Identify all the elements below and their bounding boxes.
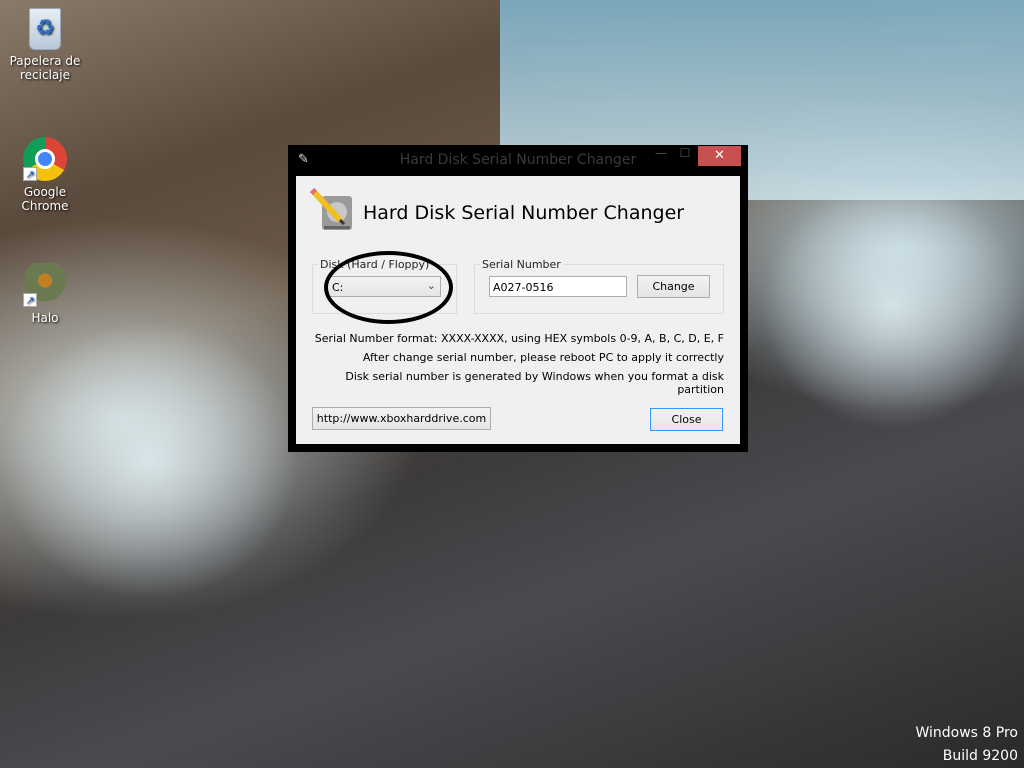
generation-note: Disk serial number is generated by Windo… — [345, 370, 724, 396]
shortcut-arrow-icon: ↗ — [23, 293, 37, 307]
halo-icon: ↗ — [23, 263, 67, 307]
wallpaper-mist — [760, 180, 1024, 430]
desktop-icon-label: Halo — [31, 311, 59, 325]
desktop-icon-label: Papelera de reciclaje — [9, 54, 81, 82]
disk-select[interactable]: C: ⌄ — [327, 276, 441, 297]
header-title: Hard Disk Serial Number Changer — [363, 202, 685, 224]
chrome-icon: ↗ — [23, 137, 67, 181]
change-button[interactable]: Change — [637, 275, 710, 298]
shortcut-arrow-icon: ↗ — [23, 167, 37, 181]
window-close-button[interactable]: ✕ — [698, 146, 741, 166]
disk-group-label: Disk (Hard / Floppy) — [320, 258, 430, 271]
disk-select-value: C: — [332, 281, 344, 294]
wallpaper-mist — [0, 320, 300, 600]
close-button[interactable]: Close — [650, 408, 723, 431]
app-window: ✎ Hard Disk Serial Number Changer — ☐ ✕ … — [288, 145, 748, 452]
chevron-down-icon: ⌄ — [426, 279, 436, 292]
desktop-icon-recycle-bin[interactable]: ♻ Papelera de reciclaje — [0, 8, 90, 82]
os-watermark-edition: Windows 8 Pro — [915, 725, 1018, 741]
disk-pencil-icon — [310, 188, 352, 230]
maximize-button[interactable]: ☐ — [674, 146, 696, 166]
desktop-icon-label: Google Chrome — [21, 185, 69, 213]
dialog-body: Hard Disk Serial Number Changer Disk (Ha… — [296, 176, 740, 444]
os-watermark-build: Build 9200 — [942, 748, 1018, 764]
website-link-button[interactable]: http://www.xboxharddrive.com — [312, 407, 491, 430]
serial-number-input[interactable]: A027-0516 — [489, 276, 627, 297]
title-bar[interactable]: ✎ Hard Disk Serial Number Changer — ☐ ✕ — [288, 145, 748, 176]
minimize-button[interactable]: — — [648, 146, 674, 166]
serial-group-label: Serial Number — [482, 258, 561, 271]
reboot-note: After change serial number, please reboo… — [362, 351, 724, 364]
desktop-icon-chrome[interactable]: ↗ Google Chrome — [0, 137, 90, 213]
desktop-icon-halo[interactable]: ↗ Halo — [0, 263, 90, 325]
recycle-bin-icon: ♻ — [29, 8, 61, 50]
format-note: Serial Number format: XXXX-XXXX, using H… — [314, 332, 724, 345]
